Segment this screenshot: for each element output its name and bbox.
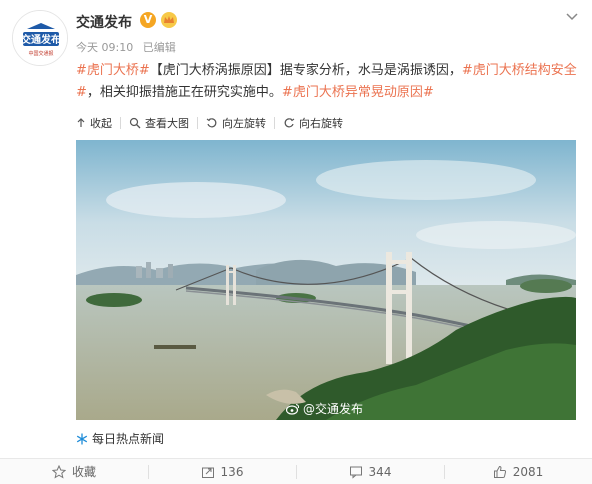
image-toolbar: 收起 查看大图 向左旋转 向右旋转 [76,114,351,132]
watermark-text: @交通发布 [303,402,364,416]
comment-count: 344 [368,464,392,479]
repost-count: 136 [220,464,244,479]
arrow-up-icon [77,118,85,127]
rotate-right-icon [284,118,295,128]
avatar-logo: 交通发布 中国交通报 [13,11,67,65]
snowflake-icon [76,433,88,444]
source-label: 每日热点新闻 [92,432,165,446]
repost-icon [201,467,214,478]
avatar-subtitle: 中国交通报 [28,50,53,57]
post-time[interactable]: 今天 09:10 [76,41,133,54]
toolbar-divider [274,117,275,129]
rotate-left-icon [206,118,217,128]
chevron-down-icon[interactable] [564,8,580,24]
rotate-right-button[interactable]: 向右旋转 [283,115,351,131]
rotate-right-label: 向右旋转 [299,117,343,130]
toolbar-divider [120,117,121,129]
rotate-left-label: 向左旋转 [222,117,266,130]
verified-badge: V [140,12,156,28]
star-icon [51,464,66,479]
hashtag-humen-bridge[interactable]: #虎门大桥# [76,63,150,78]
crown-icon [161,12,177,28]
rotate-left-button[interactable]: 向左旋转 [206,115,274,131]
avatar[interactable]: 交通发布 中国交通报 [12,10,68,66]
repost-button[interactable]: 136 [148,459,296,484]
favorite-button[interactable]: 收藏 [0,459,148,484]
image-watermark: @交通发布 [286,400,363,417]
post-text-2: ，相关抑振措施正在研究实施中。 [86,85,282,100]
toolbar-divider [197,117,198,129]
post-meta: 今天 09:10 已编辑 [76,39,182,55]
weibo-logo-icon [286,403,300,415]
post-text-1: 据专家分析，水马是涡振诱因， [279,63,462,78]
favorite-label: 收藏 [71,465,96,479]
hashtag-abnormal-shaking[interactable]: #虎门大桥异常晃动原因# [282,85,434,100]
bridge-photo[interactable] [76,140,576,420]
like-count: 2081 [512,464,544,479]
view-large-button[interactable]: 查看大图 [129,115,197,131]
account-name[interactable]: 交通发布 [76,12,132,32]
source-link[interactable]: 每日热点新闻 [76,430,164,447]
post-headline: 【虎门大桥涡振原因】 [149,63,280,78]
collapse-label: 收起 [90,117,112,130]
comment-icon [349,466,362,479]
zoom-icon [129,117,141,129]
thumbs-up-icon [493,465,506,478]
edited-label[interactable]: 已编辑 [143,41,176,54]
avatar-title: 交通发布 [21,33,61,46]
like-button[interactable]: 2081 [444,459,592,484]
action-bar: 收藏 136 344 2081 [0,458,592,484]
post-content: #虎门大桥#【虎门大桥涡振原因】据专家分析，水马是涡振诱因，#虎门大桥结构安全#… [76,60,584,104]
collapse-button[interactable]: 收起 [76,115,120,131]
comment-button[interactable]: 344 [296,459,444,484]
view-large-label: 查看大图 [145,117,189,130]
